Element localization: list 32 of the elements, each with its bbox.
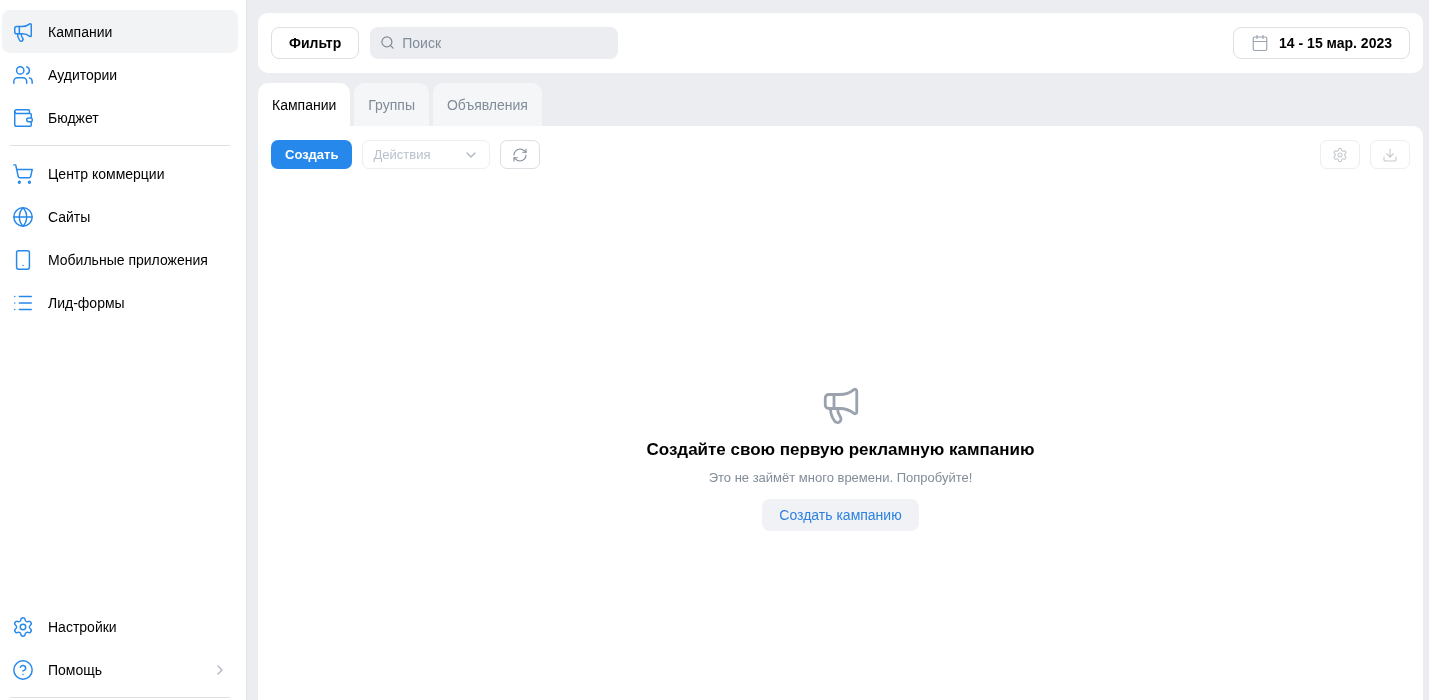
download-icon (1382, 146, 1398, 163)
settings-icon (1332, 146, 1348, 163)
nav-item[interactable]: Аудитории (2, 53, 238, 96)
nav-item[interactable]: Бюджет (2, 96, 238, 139)
search-icon (380, 35, 396, 50)
create-button[interactable]: Создать (271, 140, 353, 169)
filter-button[interactable]: Фильтр (271, 27, 360, 59)
empty-state-subtitle: Это не займёт много времени. Попробуйте! (708, 470, 973, 485)
cart-icon (12, 162, 34, 185)
nav-item[interactable]: Помощь (2, 648, 238, 691)
refresh-button[interactable] (500, 140, 541, 169)
create-campaign-button[interactable]: Создать кампанию (762, 499, 919, 531)
nav-item[interactable]: Мобильные приложения (2, 238, 238, 281)
wallet-icon (12, 106, 34, 129)
nav-item[interactable]: Центр коммерции (2, 152, 238, 195)
settings-button[interactable] (1320, 140, 1360, 169)
download-button[interactable] (1370, 140, 1410, 169)
megaphone-icon (12, 20, 34, 43)
empty-state-title: Создайте свою первую рекламную кампанию (646, 440, 1035, 460)
nav-item[interactable]: Сайты (2, 195, 238, 238)
nav-item[interactable]: Лид-формы (2, 281, 238, 324)
settings-icon (12, 615, 34, 638)
people-icon (12, 63, 34, 86)
nav-item[interactable]: Настройки (2, 605, 238, 648)
nav-item[interactable]: Кампании (2, 10, 238, 53)
search-field[interactable]: Поиск (370, 27, 619, 59)
refresh-icon (512, 146, 529, 163)
help-icon (12, 658, 34, 681)
globe-icon (12, 205, 34, 228)
tab[interactable]: Кампании (258, 83, 351, 126)
calendar-icon (1251, 34, 1270, 52)
date-range-button[interactable]: 14 - 15 мар. 2023 (1233, 27, 1410, 59)
